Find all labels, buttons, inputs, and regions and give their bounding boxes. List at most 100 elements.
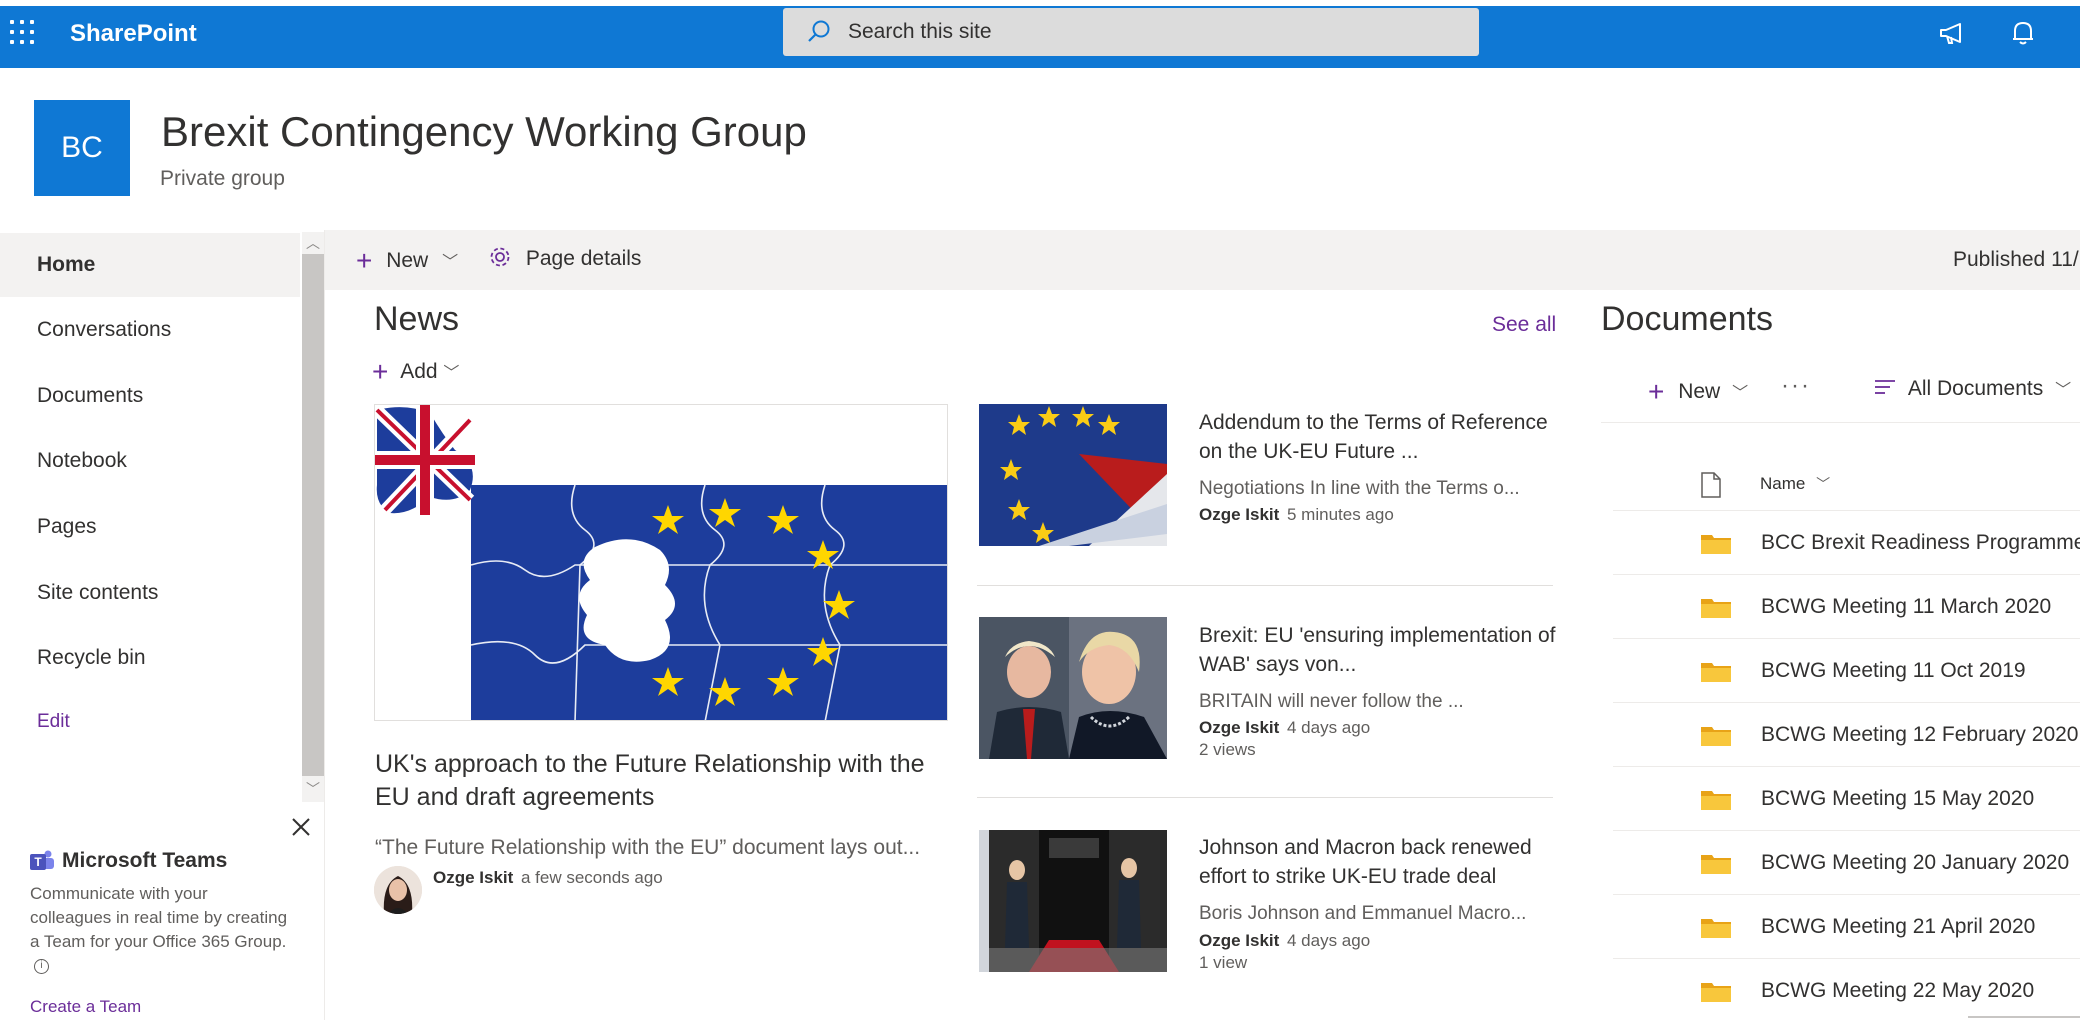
info-icon[interactable]: i: [34, 959, 49, 974]
create-team-link[interactable]: Create a Team: [30, 997, 141, 1017]
view-selector-button[interactable]: All Documents ﹀: [1874, 376, 2071, 401]
more-options-button[interactable]: ···: [1781, 372, 1811, 400]
news-thumbnail[interactable]: [979, 830, 1167, 972]
teams-card-title: Microsoft Teams: [62, 849, 228, 872]
brand-link[interactable]: SharePoint: [70, 20, 197, 48]
hero-news-description: “The Future Relationship with the EU” do…: [375, 836, 921, 859]
documents-section-title: Documents: [1601, 300, 1773, 338]
folder-icon: [1701, 983, 1731, 1002]
document-name[interactable]: BCC Brexit Readiness Programme: [1761, 531, 2080, 555]
news-item-time: 5 minutes ago: [1287, 505, 1394, 524]
folder-icon: [1701, 855, 1731, 874]
hero-news-title[interactable]: UK's approach to the Future Relationship…: [375, 748, 955, 814]
document-row[interactable]: BCC Brexit Readiness Programme: [1613, 510, 2080, 574]
svg-text:T: T: [34, 855, 42, 869]
document-name[interactable]: BCWG Meeting 20 January 2020: [1761, 851, 2069, 875]
document-row[interactable]: BCWG Meeting 21 April 2020: [1613, 894, 2080, 958]
news-item-time: 4 days ago: [1287, 718, 1371, 737]
folder-icon: [1701, 663, 1731, 682]
search-input[interactable]: Search this site: [848, 20, 992, 44]
documents-new-button[interactable]: + New ﹀: [1648, 376, 1748, 408]
page-details-button[interactable]: Page details: [488, 245, 641, 275]
folder-icon: [1701, 919, 1731, 938]
chevron-down-icon: ﹀: [443, 365, 460, 382]
app-launcher-icon[interactable]: [10, 20, 36, 46]
name-column-header[interactable]: Name ﹀: [1760, 474, 1830, 494]
nav-item-pages[interactable]: Pages: [0, 495, 300, 559]
news-item-views: 1 view: [1199, 953, 1248, 972]
news-thumbnail[interactable]: [979, 404, 1167, 546]
new-button-label: New: [386, 249, 429, 272]
document-name[interactable]: BCWG Meeting 11 Oct 2019: [1761, 659, 2026, 683]
new-button[interactable]: + New ﹀: [356, 245, 459, 276]
news-item-author[interactable]: Ozge Iskit: [1199, 718, 1279, 738]
news-separator: [977, 797, 1553, 798]
document-name[interactable]: BCWG Meeting 21 April 2020: [1761, 915, 2035, 939]
site-logo[interactable]: BC: [34, 100, 130, 196]
nav-item-notebook[interactable]: Notebook: [0, 429, 300, 493]
news-item-description: Boris Johnson and Emmanuel Macro...: [1199, 903, 1527, 924]
view-list-icon: [1875, 380, 1895, 394]
microsoft-teams-icon: T: [30, 850, 54, 870]
nav-scrollbar[interactable]: [302, 232, 324, 802]
close-icon[interactable]: [288, 814, 314, 840]
folder-icon: [1701, 599, 1731, 618]
folder-icon: [1701, 727, 1731, 746]
news-item-author[interactable]: Ozge Iskit: [1199, 931, 1279, 951]
chevron-down-icon: ﹀: [1732, 385, 1749, 402]
document-name[interactable]: BCWG Meeting 12 February 2020: [1761, 723, 2078, 747]
news-item-title[interactable]: Brexit: EU 'ensuring implementation of W…: [1199, 621, 1559, 679]
document-row[interactable]: BCWG Meeting 22 May 2020: [1613, 958, 2080, 1022]
site-privacy-label: Private group: [160, 167, 285, 190]
page-details-label: Page details: [525, 247, 642, 270]
scroll-up-arrow-icon[interactable]: ︿: [302, 232, 324, 254]
file-type-icon: [1701, 472, 1721, 498]
news-item-description: BRITAIN will never follow the ...: [1199, 691, 1464, 712]
document-name[interactable]: BCWG Meeting 11 March 2020: [1761, 595, 2051, 619]
news-item-title[interactable]: Addendum to the Terms of Reference on th…: [1199, 408, 1559, 466]
news-item-title[interactable]: Johnson and Macron back renewed effort t…: [1199, 833, 1559, 891]
add-news-button[interactable]: + Add ﹀: [372, 356, 459, 388]
politicians-photo-image: [979, 617, 1167, 759]
nav-item-home[interactable]: Home: [0, 233, 300, 297]
add-news-label: Add: [400, 360, 438, 383]
see-all-link[interactable]: See all: [1492, 313, 1556, 337]
nav-item-site-contents[interactable]: Site contents: [0, 561, 300, 625]
news-item-time: 4 days ago: [1287, 931, 1371, 950]
bell-icon[interactable]: [2010, 19, 2036, 47]
site-title[interactable]: Brexit Contingency Working Group: [161, 108, 807, 156]
nav-item-recycle-bin[interactable]: Recycle bin: [0, 626, 300, 690]
hero-news-author[interactable]: Ozge Iskit: [433, 868, 513, 888]
document-name[interactable]: BCWG Meeting 15 May 2020: [1761, 787, 2034, 811]
folder-icon: [1701, 791, 1731, 810]
avatar[interactable]: [374, 866, 422, 914]
nav-edit-link[interactable]: Edit: [0, 690, 300, 754]
scroll-down-arrow-icon[interactable]: ﹀: [302, 776, 324, 802]
plus-icon: +: [372, 356, 389, 387]
document-row[interactable]: BCWG Meeting 15 May 2020: [1613, 766, 2080, 830]
document-row[interactable]: BCWG Meeting 11 March 2020: [1613, 574, 2080, 638]
nav-item-documents[interactable]: Documents: [0, 364, 300, 428]
published-status: Published 11/: [1953, 248, 2079, 271]
document-row[interactable]: BCWG Meeting 11 Oct 2019: [1613, 638, 2080, 702]
avatar-image: [374, 866, 422, 914]
news-item-description: Negotiations In line with the Terms o...: [1199, 478, 1520, 499]
news-item-author[interactable]: Ozge Iskit: [1199, 505, 1279, 525]
eu-puzzle-image: [375, 405, 947, 720]
document-row[interactable]: BCWG Meeting 20 January 2020: [1613, 830, 2080, 894]
name-column-label: Name: [1760, 474, 1806, 493]
hero-news-image[interactable]: [374, 404, 948, 721]
downing-street-photo-image: [979, 830, 1167, 972]
search-box[interactable]: Search this site: [783, 8, 1479, 56]
scroll-indicator: [1968, 1016, 2080, 1018]
nav-divider: [324, 230, 325, 1020]
plus-icon: +: [356, 245, 373, 276]
news-thumbnail[interactable]: [979, 617, 1167, 759]
document-row[interactable]: BCWG Meeting 12 February 2020: [1613, 702, 2080, 766]
hero-news-time: a few seconds ago: [521, 868, 663, 887]
megaphone-icon[interactable]: [1938, 21, 1966, 47]
teams-card-description: Communicate with your colleagues in real…: [30, 882, 292, 978]
chevron-down-icon: ﹀: [442, 254, 459, 271]
document-name[interactable]: BCWG Meeting 22 May 2020: [1761, 979, 2034, 1003]
nav-item-conversations[interactable]: Conversations: [0, 298, 300, 362]
